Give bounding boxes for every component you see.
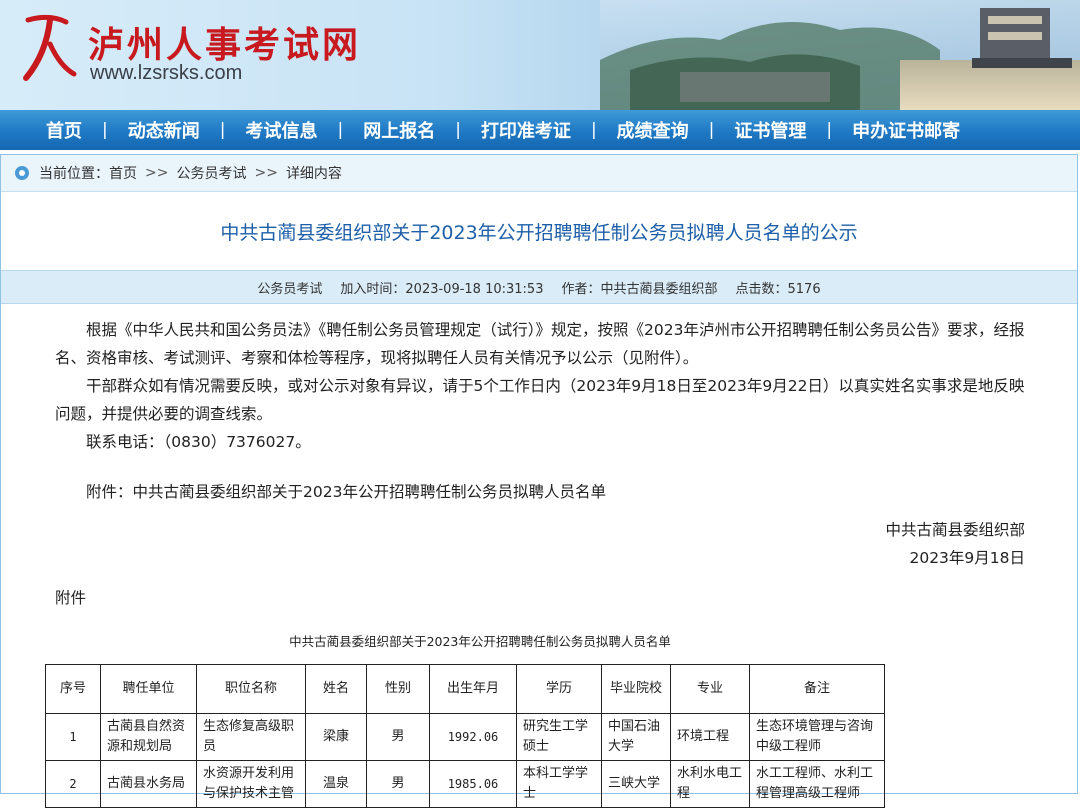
nav-news[interactable]: 动态新闻: [124, 117, 204, 143]
content-panel: 当前位置： 首页 >> 公务员考试 >> 详细内容 中共古蔺县委组织部关于202…: [0, 154, 1078, 808]
nav-separator: |: [455, 120, 461, 140]
col-header-gender: 性别: [366, 664, 430, 714]
col-header-birth: 出生年月: [429, 664, 517, 714]
cell-gender: 男: [366, 760, 430, 808]
roster-table: 序号 聘任单位 职位名称 姓名 性别 出生年月 学历 毕业院校 专业 备注 1 …: [45, 664, 885, 808]
article-meta: 公务员考试 加入时间：2023-09-18 10:31:53 作者：中共古蔺县委…: [1, 270, 1077, 304]
col-header-school: 毕业院校: [601, 664, 671, 714]
nav-home[interactable]: 首页: [42, 117, 86, 143]
cell-name: 温泉: [305, 760, 367, 808]
breadcrumb-separator: >>: [145, 165, 169, 181]
cell-gender: 男: [366, 713, 430, 761]
signature-block: 中共古蔺县委组织部 2023年9月18日: [55, 516, 1025, 572]
cell-major: 水利水电工程: [670, 760, 750, 808]
article-paragraph: 根据《中华人民共和国公务员法》《聘任制公务员管理规定（试行）》规定，按照《202…: [55, 321, 1025, 367]
meta-author: 作者：中共古蔺县委组织部: [561, 281, 718, 297]
nav-score-query[interactable]: 成绩查询: [613, 117, 693, 143]
cell-name: 梁康: [305, 713, 367, 761]
nav-print-admission-ticket[interactable]: 打印准考证: [477, 117, 575, 143]
col-header-education: 学历: [516, 664, 602, 714]
breadcrumb: 当前位置： 首页 >> 公务员考试 >> 详细内容: [1, 155, 1077, 192]
site-url: www.lzsrsks.com: [90, 62, 243, 84]
cell-serial: 1: [45, 713, 101, 761]
table-title: 中共古蔺县委组织部关于2023年公开招聘聘任制公务员拟聘人员名单: [289, 634, 671, 649]
cell-major: 环境工程: [670, 713, 750, 761]
cell-birth: 1985.06: [429, 760, 517, 808]
col-header-serial: 序号: [45, 664, 101, 714]
logo-icon: [23, 14, 77, 81]
nav-separator: |: [826, 120, 833, 140]
contact-phone: 联系电话：（0830）7376027。: [86, 433, 311, 451]
col-header-position: 职位名称: [196, 664, 306, 714]
cell-employer: 古蔺县自然资源和规划局: [100, 713, 197, 761]
nav-separator: |: [102, 120, 108, 140]
col-header-name: 姓名: [305, 664, 367, 714]
nav-separator: |: [708, 120, 715, 140]
cell-school: 中国石油大学: [601, 713, 671, 761]
attachment-line: 附件：中共古蔺县委组织部关于2023年公开招聘聘任制公务员拟聘人员名单: [86, 483, 606, 501]
nav-exam-info[interactable]: 考试信息: [241, 117, 321, 143]
table-row: 2 古蔺县水务局 水资源开发利用与保护技术主管 温泉 男 1985.06 本科工…: [45, 760, 885, 808]
signature-org: 中共古蔺县委组织部: [885, 521, 1025, 539]
article-body: 根据《中华人民共和国公务员法》《聘任制公务员管理规定（试行）》规定，按照《202…: [1, 304, 1077, 808]
article-title: 中共古蔺县委组织部关于2023年公开招聘聘任制公务员拟聘人员名单的公示: [220, 221, 858, 244]
nav-certificate-mailing[interactable]: 申办证书邮寄: [848, 117, 964, 143]
table-header-row: 序号 聘任单位 职位名称 姓名 性别 出生年月 学历 毕业院校 专业 备注: [45, 664, 885, 714]
breadcrumb-current: 详细内容: [285, 166, 342, 182]
site-header: 泸州人事考试网 www.lzsrsks.com: [0, 0, 1080, 110]
col-header-employer: 聘任单位: [100, 664, 197, 714]
cell-school: 三峡大学: [601, 760, 671, 808]
col-header-remarks: 备注: [749, 664, 885, 714]
cell-serial: 2: [45, 760, 101, 808]
cell-education: 研究生工学硕士: [516, 713, 602, 761]
breadcrumb-prefix: 当前位置：: [39, 166, 109, 182]
nav-separator: |: [219, 120, 226, 140]
attachment-label: 附件: [55, 589, 87, 607]
meta-clicks: 点击数：5176: [735, 281, 821, 297]
table-row: 1 古蔺县自然资源和规划局 生态修复高级职员 梁康 男 1992.06 研究生工…: [45, 713, 885, 761]
cell-remarks: 水工工程师、水利工程管理高级工程师: [749, 760, 885, 808]
site-name: 泸州人事考试网: [88, 25, 362, 66]
cell-remarks: 生态环境管理与咨询中级工程师: [749, 713, 885, 761]
col-header-major: 专业: [670, 664, 750, 714]
signature-date: 2023年9月18日: [909, 549, 1025, 567]
nav-online-registration[interactable]: 网上报名: [359, 117, 439, 143]
cell-position: 水资源开发利用与保护技术主管: [196, 760, 306, 808]
location-bullet-icon: [15, 166, 29, 180]
meta-category: 公务员考试: [257, 281, 323, 297]
nav-separator: |: [590, 120, 597, 140]
article-paragraph: 干部群众如有情况需要反映，或对公示对象有异议，请于5个工作日内（2023年9月1…: [55, 377, 1025, 423]
cell-birth: 1992.06: [429, 713, 517, 761]
breadcrumb-civil-servant-exam[interactable]: 公务员考试: [176, 163, 246, 183]
main-nav: 首页 | 动态新闻 | 考试信息 | 网上报名 | 打印准考证 | 成绩查询 |…: [0, 110, 1080, 150]
meta-added-time: 加入时间：2023-09-18 10:31:53: [340, 281, 544, 297]
cell-position: 生态修复高级职员: [196, 713, 306, 761]
breadcrumb-separator: >>: [254, 165, 278, 181]
nav-separator: |: [337, 120, 344, 140]
banner-landscape-image: [600, 0, 1080, 110]
breadcrumb-home[interactable]: 首页: [109, 163, 137, 183]
cell-employer: 古蔺县水务局: [100, 760, 197, 808]
nav-certificate-management[interactable]: 证书管理: [730, 117, 810, 143]
cell-education: 本科工学学士: [516, 760, 602, 808]
